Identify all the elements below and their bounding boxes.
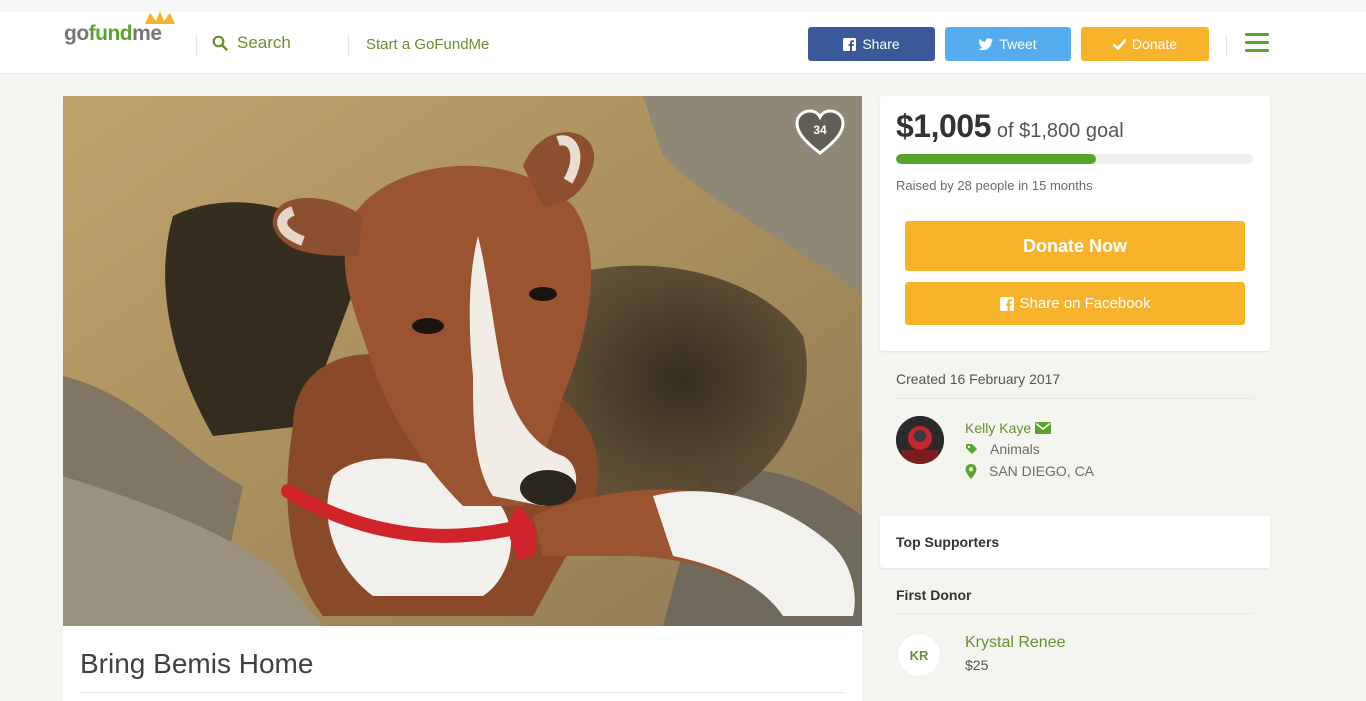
donor-amount: $25 (965, 657, 989, 673)
top-supporters-panel[interactable]: Top Supporters (880, 516, 1270, 568)
progress-fill (896, 154, 1096, 164)
header-tweet-button[interactable]: Tweet (945, 27, 1071, 61)
campaign-photo (63, 96, 862, 626)
header-divider (1226, 34, 1227, 56)
header-share-button[interactable]: Share (808, 27, 935, 61)
title-divider (80, 692, 845, 693)
organizer-name-link[interactable]: Kelly Kaye (965, 420, 1052, 436)
top-strip (0, 0, 1366, 12)
tweet-label: Tweet (999, 36, 1037, 52)
location-label: SAN DIEGO, CA (989, 463, 1095, 479)
donation-panel: $1,005 of $1,800 goal Raised by 28 peopl… (880, 96, 1270, 351)
share-label: Share (862, 36, 900, 52)
start-gofundme-link[interactable]: Start a GoFundMe (366, 36, 489, 53)
dog-photo-illustration (63, 96, 862, 626)
share-facebook-label: Share on Facebook (1019, 295, 1151, 312)
top-supporters-heading: Top Supporters (896, 534, 1000, 550)
search-icon (212, 35, 228, 51)
menu-icon[interactable] (1245, 33, 1269, 53)
gofundme-logo[interactable]: gofundme (64, 11, 175, 46)
donate-now-button[interactable]: Donate Now (905, 221, 1245, 271)
raised-amount: $1,005 (896, 108, 991, 144)
header-donate-button[interactable]: Donate (1081, 27, 1209, 61)
facebook-icon (999, 296, 1014, 311)
share-on-facebook-button[interactable]: Share on Facebook (905, 282, 1245, 325)
twitter-icon (979, 38, 994, 50)
organizer-location: SAN DIEGO, CA (965, 463, 1094, 479)
donor-name: Krystal Renee (965, 634, 1066, 651)
heart-count: 34 (813, 123, 827, 137)
first-donor-heading: First Donor (896, 587, 972, 603)
header-divider (196, 34, 197, 56)
campaign-title: Bring Bemis Home (80, 648, 314, 679)
crown-icon (145, 11, 175, 24)
donate-label: Donate (1131, 36, 1178, 52)
raised-summary: $1,005 of $1,800 goal (896, 108, 1124, 145)
avatar-image (896, 416, 944, 464)
search-link[interactable]: Search (212, 33, 291, 53)
created-date: Created 16 February 2017 (896, 371, 1061, 387)
campaign-title-card: Bring Bemis Home (63, 626, 862, 701)
check-icon (1112, 38, 1126, 50)
envelope-icon[interactable] (1035, 422, 1052, 434)
section-divider (896, 613, 1253, 614)
search-label: Search (237, 33, 291, 52)
raised-by-text: Raised by 28 people in 15 months (896, 178, 1093, 193)
facebook-icon (843, 37, 857, 51)
organizer-name: Kelly Kaye (965, 420, 1032, 436)
category-label: Animals (990, 441, 1040, 457)
goal-text: of $1,800 goal (996, 120, 1124, 142)
header-divider (348, 34, 349, 56)
organizer-avatar[interactable] (896, 416, 944, 464)
donor-initials-avatar: KR (897, 633, 941, 677)
logo-text-fund: fund (88, 22, 133, 45)
tag-icon (966, 443, 977, 454)
organizer-category: Animals (965, 441, 1040, 457)
heart-button[interactable]: 34 (794, 109, 846, 157)
progress-bar (896, 154, 1253, 164)
location-pin-icon (965, 463, 977, 479)
section-divider (896, 398, 1253, 399)
logo-text-go: go (64, 22, 89, 45)
